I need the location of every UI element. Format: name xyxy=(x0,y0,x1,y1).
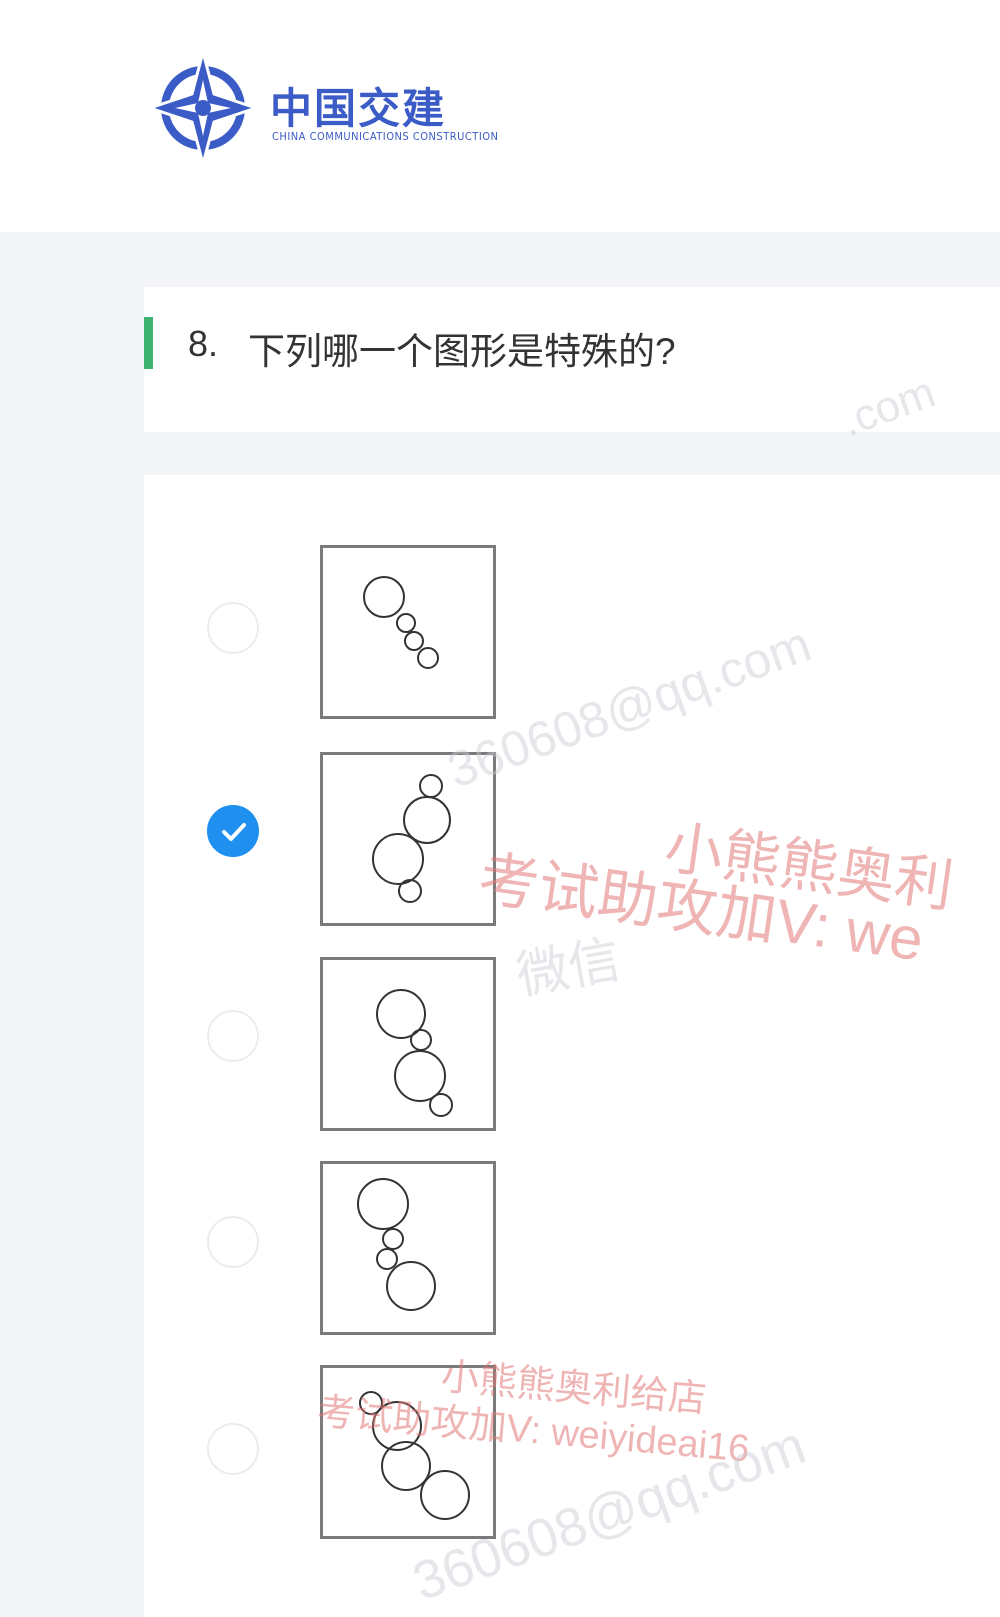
logo-english-name: CHINA COMMUNICATIONS CONSTRUCTION xyxy=(272,130,499,143)
option-3-figure[interactable] xyxy=(320,957,496,1131)
question-accent-bar xyxy=(144,317,153,369)
cccc-emblem-icon xyxy=(148,50,258,170)
options-card xyxy=(144,475,1000,1617)
option-4-figure[interactable] xyxy=(320,1161,496,1335)
option-2-radio-checked[interactable] xyxy=(207,805,259,857)
option-5-figure[interactable] xyxy=(320,1365,496,1539)
question-text: 下列哪一个图形是特殊的? xyxy=(248,331,676,372)
circles-figure-4-icon xyxy=(357,1178,436,1311)
option-1[interactable] xyxy=(144,545,1000,725)
company-logo: 中国交建 CHINA COMMUNICATIONS CONSTRUCTION xyxy=(148,50,498,175)
option-3[interactable] xyxy=(144,957,1000,1137)
option-4[interactable] xyxy=(144,1161,1000,1341)
option-5-radio[interactable] xyxy=(207,1423,259,1475)
option-1-figure[interactable] xyxy=(320,545,496,719)
option-1-radio[interactable] xyxy=(207,602,259,654)
header: 中国交建 CHINA COMMUNICATIONS CONSTRUCTION xyxy=(0,0,1000,232)
option-2[interactable] xyxy=(144,752,1000,932)
question-card: 8. 下列哪一个图形是特殊的? xyxy=(144,287,1000,432)
circles-figure-5-icon xyxy=(359,1391,470,1520)
option-2-figure[interactable] xyxy=(320,752,496,926)
logo-chinese-name: 中国交建 xyxy=(270,84,447,133)
question-number: 8. xyxy=(188,323,219,364)
option-4-radio[interactable] xyxy=(207,1216,259,1268)
circles-figure-3-icon xyxy=(376,989,453,1117)
option-3-radio[interactable] xyxy=(207,1010,259,1062)
circles-figure-1-icon xyxy=(363,576,439,669)
circles-figure-2-icon xyxy=(372,774,451,903)
option-5[interactable] xyxy=(144,1365,1000,1545)
checkmark-icon xyxy=(222,823,246,841)
